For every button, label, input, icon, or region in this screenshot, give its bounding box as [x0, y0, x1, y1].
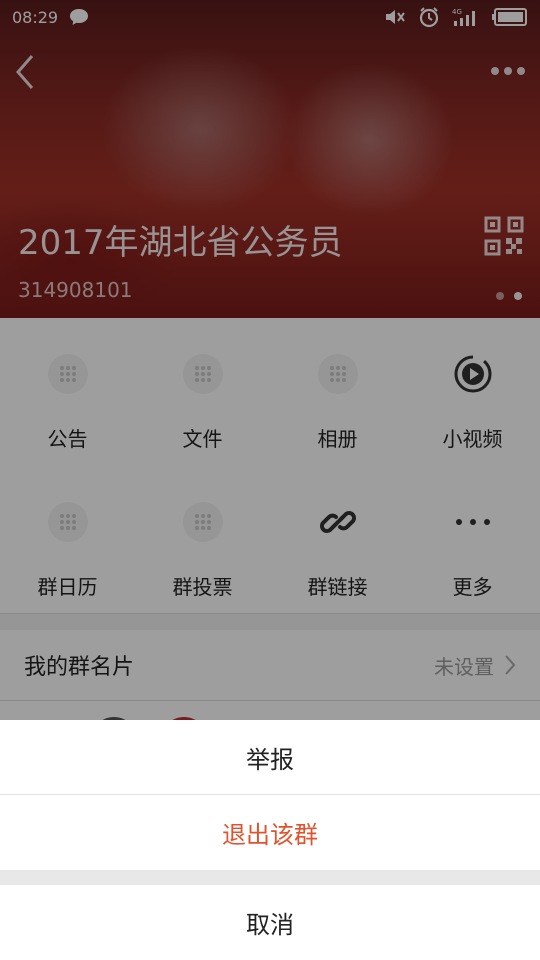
cancel-button[interactable]: 取消 [0, 885, 540, 960]
quit-group-button[interactable]: 退出该群 [0, 795, 540, 870]
sheet-gap [0, 870, 540, 885]
action-sheet: 举报 退出该群 取消 [0, 720, 540, 960]
report-button[interactable]: 举报 [0, 720, 540, 794]
